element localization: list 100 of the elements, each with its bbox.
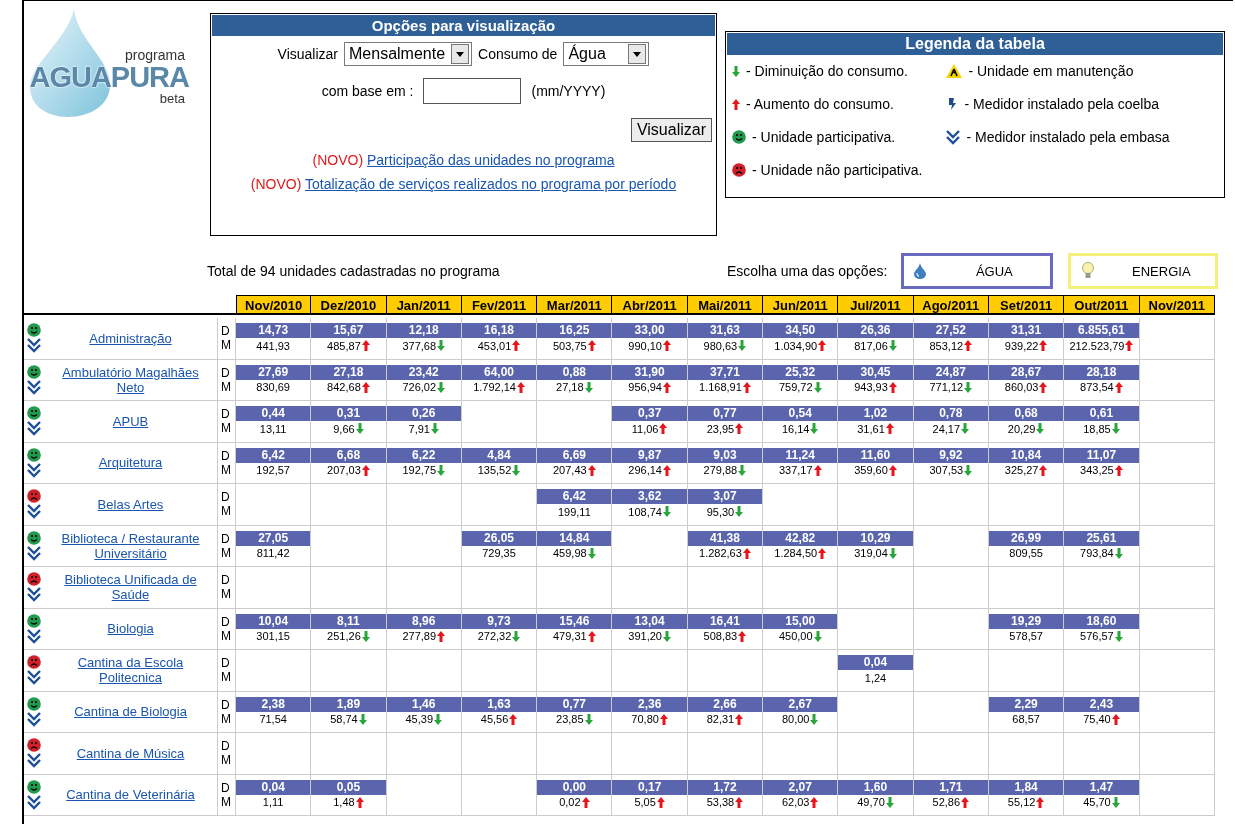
daily-value: 16,25 — [537, 323, 612, 338]
month-header: Ago/2011 — [913, 295, 989, 315]
unit-link[interactable]: Belas Artes — [97, 496, 164, 512]
unit-link[interactable]: Biblioteca Unificada de Saúde — [48, 572, 213, 603]
monthly-value: 70,80 — [631, 713, 659, 725]
monthly-value: 45,56 — [480, 713, 509, 725]
monthly-value: 0,02 — [559, 796, 581, 808]
unit-link[interactable]: Administração — [89, 330, 172, 346]
monthly-value: 296,14 — [628, 464, 662, 476]
daily-value: 0,31 — [311, 406, 386, 421]
down-arrow-icon — [512, 630, 521, 642]
unit-link[interactable]: Biblioteca / Restaurante Universitário — [48, 530, 213, 561]
chevron-icon — [946, 129, 961, 145]
daily-value: 16,41 — [687, 613, 763, 629]
daily-value: 1,60 — [838, 779, 913, 795]
monthly-value: 771,12 — [929, 381, 964, 393]
monthly-value: 55,12 — [1007, 796, 1036, 808]
daily-value: 27,05 — [236, 530, 311, 546]
down-arrow-icon — [1036, 423, 1045, 434]
legend-label: - Medidor instalado pela coelba — [964, 96, 1159, 112]
report-link[interactable]: Participação das unidades no programa — [366, 152, 615, 168]
chevron-icon — [27, 421, 41, 437]
monthly-value: 729,35 — [482, 547, 516, 559]
up-arrow-icon — [659, 423, 668, 434]
smiley-face-icon — [732, 130, 746, 144]
chevron-icon — [27, 628, 41, 644]
daily-value: 28,67 — [988, 364, 1064, 380]
daily-value: 3,62 — [612, 489, 687, 504]
up-arrow-icon — [361, 340, 370, 351]
daily-value: 8,96 — [386, 613, 461, 629]
unit-link[interactable]: Cantina de Música — [76, 745, 185, 761]
down-arrow-icon — [732, 65, 740, 77]
row-label: D — [221, 780, 231, 795]
unit-link[interactable]: Cantina de Biologia — [74, 704, 187, 720]
down-arrow-icon — [888, 547, 897, 559]
daily-value: 26,05 — [461, 530, 537, 546]
monthly-value: 307,53 — [929, 464, 964, 476]
monthly-value: 359,60 — [854, 464, 888, 476]
daily-value: 25,32 — [763, 364, 838, 380]
down-arrow-icon — [662, 630, 671, 642]
monthly-value: 23,85 — [556, 713, 584, 725]
monthly-value: 453,01 — [477, 339, 512, 352]
row-label: M — [221, 670, 232, 685]
monthly-value: 75,40 — [1083, 713, 1111, 725]
monthly-value: 52,86 — [932, 796, 961, 808]
monthly-value: 199,11 — [557, 505, 591, 518]
water-option-button[interactable]: ÁGUA — [901, 253, 1054, 289]
unit-link[interactable]: APUB — [112, 413, 149, 429]
daily-value: 1,84 — [988, 779, 1064, 795]
chevron-icon — [27, 753, 41, 769]
daily-value: 26,36 — [838, 323, 913, 338]
monthly-value: 301,15 — [256, 630, 290, 642]
daily-value: 6,42 — [537, 489, 612, 504]
date-input-field[interactable] — [423, 78, 522, 104]
monthly-value: 853,12 — [929, 339, 964, 352]
row-label: D — [221, 490, 231, 505]
daily-value: 1,02 — [838, 406, 913, 421]
up-arrow-icon — [355, 796, 364, 808]
up-arrow-icon — [742, 381, 751, 393]
down-arrow-icon — [361, 630, 370, 642]
monthly-value: 377,68 — [402, 339, 437, 352]
monthly-value: 108,74 — [628, 505, 662, 518]
monthly-value: 485,87 — [327, 339, 361, 352]
energy-option-button[interactable]: ENERGIA — [1068, 253, 1219, 289]
month-header: Jan/2011 — [386, 295, 462, 315]
down-arrow-icon — [964, 464, 973, 476]
up-arrow-icon — [735, 796, 744, 808]
monthly-value: 343,25 — [1080, 464, 1114, 476]
daily-value: 30,45 — [838, 364, 913, 380]
daily-value: 31,63 — [687, 323, 763, 338]
unit-link[interactable]: Cantina da Escola Politecnica — [48, 655, 213, 686]
legend-label: - Aumento do consumo. — [746, 96, 894, 112]
unit-link[interactable]: Biologia — [107, 621, 154, 637]
daily-value: 2,36 — [612, 696, 687, 712]
dropdown[interactable]: Água — [563, 42, 650, 66]
monthly-value: 11,06 — [631, 422, 659, 435]
unit-link[interactable]: Cantina de Veterinária — [66, 787, 195, 803]
dropdown[interactable]: Mensalmente — [344, 42, 472, 66]
chevron-icon — [27, 462, 41, 478]
monthly-value: 860,03 — [1004, 381, 1039, 393]
monthly-value: 24,17 — [932, 422, 961, 435]
up-arrow-icon — [587, 340, 596, 351]
monthly-value: 207,03 — [327, 464, 361, 476]
row-label: D — [221, 365, 231, 380]
daily-value: 1,47 — [1064, 779, 1139, 795]
monthly-value: 80,00 — [781, 713, 810, 725]
daily-value: 0,04 — [838, 655, 913, 670]
chevron-icon — [27, 670, 41, 686]
unit-link[interactable]: Arquitetura — [98, 455, 163, 471]
down-arrow-icon — [434, 713, 442, 725]
view-button[interactable]: Visualizar — [630, 118, 712, 142]
report-link[interactable]: Totalização de serviços realizados no programa por período — [305, 176, 677, 192]
monthly-value: 811,42 — [256, 547, 290, 559]
unit-link[interactable]: Ambulatório Magalhães Neto — [48, 364, 213, 395]
row-label: D — [221, 407, 231, 422]
daily-value: 14,73 — [236, 323, 311, 338]
down-arrow-icon — [584, 381, 593, 393]
daily-value: 24,87 — [913, 364, 988, 380]
sad-face-icon — [732, 163, 746, 177]
down-arrow-icon — [512, 464, 521, 476]
